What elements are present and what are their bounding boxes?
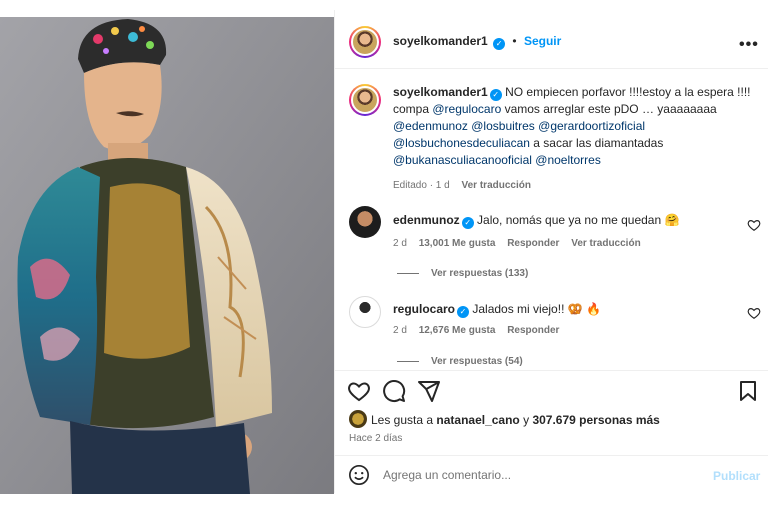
post-side-panel: soyelkomander1 ✓ • Seguir ••• soyelkoman… [334, 10, 768, 493]
caption-avatar[interactable] [349, 84, 381, 116]
comment-text: Jalados mi viejo!! 🥨 🔥 [472, 302, 601, 316]
mention-bukanasculiacanooficial[interactable]: @bukanasculiacanooficial [393, 153, 532, 167]
mention-noeltorres[interactable]: @noeltorres [535, 153, 601, 167]
follow-button[interactable]: Seguir [524, 34, 561, 48]
comment-reply-button[interactable]: Responder [507, 238, 559, 249]
mention-regulocaro[interactable]: @regulocaro [432, 102, 501, 116]
comment-likes[interactable]: 13,001 Me gusta [419, 238, 496, 249]
likes-summary: Les gusta a natanael_cano y 307.679 pers… [371, 413, 660, 427]
comment-likes[interactable]: 12,676 Me gusta [419, 325, 496, 336]
like-comment-heart-icon[interactable] [747, 306, 761, 320]
author-avatar[interactable] [349, 26, 381, 58]
comment-reply-button[interactable]: Responder [507, 325, 559, 336]
caption-meta: Editado · 1 d Ver traducción [393, 180, 540, 191]
composer-divider [335, 455, 768, 456]
liker-avatar[interactable] [349, 410, 367, 428]
likes-count[interactable]: 307.679 personas más [532, 413, 659, 427]
comment-regulocaro: regulocaro ✓ Jalados mi viejo!! 🥨 🔥 [393, 301, 723, 318]
post-time: Hace 2 días [349, 433, 403, 444]
post-image[interactable] [0, 17, 334, 494]
comment-username[interactable]: regulocaro [393, 302, 455, 316]
caption: soyelkomander1 ✓ NO empiecen porfavor !!!… [393, 84, 753, 169]
publish-button[interactable]: Publicar [713, 469, 760, 483]
post-dialog: soyelkomander1 ✓ • Seguir ••• soyelkoman… [0, 10, 768, 494]
like-heart-icon[interactable] [347, 379, 371, 403]
save-bookmark-icon[interactable] [736, 379, 760, 403]
emoji-smiley-icon[interactable] [348, 464, 370, 486]
verified-badge-icon: ✓ [493, 38, 506, 50]
caption-line2-pre: compa [393, 102, 433, 116]
caption-username[interactable]: soyelkomander1 [393, 85, 488, 99]
comment-bubble-icon[interactable] [382, 379, 406, 403]
comment-meta: 2 d 12,676 Me gusta Responder [393, 325, 568, 336]
author-username[interactable]: soyelkomander1 [393, 34, 488, 48]
caption-line1: NO empiecen porfavor !!!!estoy a la espe… [505, 85, 751, 99]
comment-avatar-edenmunoz[interactable] [349, 206, 381, 238]
caption-text-diamantadas: a sacar las diamantadas [529, 136, 664, 150]
like-comment-heart-icon[interactable] [747, 218, 761, 232]
comment-username[interactable]: edenmunoz [393, 213, 460, 227]
mention-edenmunoz[interactable]: @edenmunoz [393, 119, 468, 133]
share-paper-plane-icon[interactable] [417, 379, 441, 403]
comment-translate-link[interactable]: Ver traducción [571, 238, 640, 249]
replies-line [397, 360, 419, 362]
comment-time: 2 d [393, 238, 407, 249]
comment-time: 2 d [393, 325, 407, 336]
caption-translate-link[interactable]: Ver traducción [462, 180, 531, 191]
header-divider [335, 68, 768, 69]
post-header: soyelkomander1 ✓ • Seguir [393, 34, 561, 50]
actions-divider [335, 370, 768, 371]
caption-line2-post: vamos arreglar este pDO … yaaaaaaaa [501, 102, 717, 116]
comment-text: Jalo, nomás que ya no me quedan 🤗 [477, 213, 680, 227]
comment-edenmunoz: edenmunoz ✓ Jalo, nomás que ya no me qued… [393, 212, 723, 229]
mention-losbuitres[interactable]: @losbuitres [471, 119, 535, 133]
view-replies-button[interactable]: Ver respuestas (133) [397, 268, 528, 279]
view-replies-label: Ver respuestas (133) [431, 268, 529, 279]
comment-avatar-regulocaro[interactable] [349, 296, 381, 328]
more-options-icon[interactable]: ••• [739, 36, 759, 54]
liker-username[interactable]: natanael_cano [436, 413, 519, 427]
comment-meta: 2 d 13,001 Me gusta Responder Ver traduc… [393, 238, 650, 249]
header-separator: • [512, 34, 517, 48]
view-replies-button[interactable]: Ver respuestas (54) [397, 356, 523, 367]
verified-badge-icon: ✓ [457, 306, 470, 318]
caption-edited-time: Editado · 1 d [393, 180, 450, 191]
comment-input[interactable] [383, 466, 683, 484]
view-replies-label: Ver respuestas (54) [431, 356, 523, 367]
verified-badge-icon: ✓ [461, 217, 474, 229]
verified-badge-icon: ✓ [489, 89, 502, 101]
post-photo-figure [0, 17, 334, 494]
mention-losbuchonesdeculiacan[interactable]: @losbuchonesdeculiacan [393, 136, 530, 150]
replies-line [397, 272, 419, 274]
mention-gerardoortizoficial[interactable]: @gerardoortizoficial [538, 119, 645, 133]
likes-prefix: Les gusta a [371, 413, 437, 427]
likes-connector: y [519, 413, 533, 427]
